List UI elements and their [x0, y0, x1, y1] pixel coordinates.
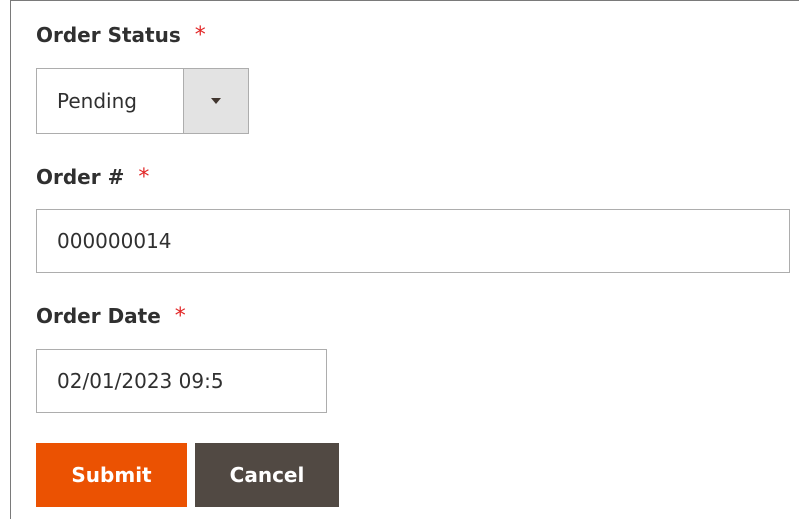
order-number-label-row: Order # * — [36, 164, 150, 191]
order-status-dropdown-toggle[interactable] — [183, 69, 248, 133]
order-date-label-row: Order Date * — [36, 303, 186, 330]
order-date-label: Order Date — [36, 303, 161, 328]
required-asterisk: * — [138, 165, 150, 190]
required-asterisk: * — [194, 23, 206, 48]
cancel-button[interactable]: Cancel — [195, 443, 339, 507]
chevron-down-icon — [211, 98, 221, 104]
order-date-input[interactable]: 02/01/2023 09:5 — [36, 349, 327, 413]
submit-button[interactable]: Submit — [36, 443, 187, 507]
order-status-selected-value[interactable]: Pending — [37, 69, 183, 133]
order-number-label: Order # — [36, 164, 125, 189]
order-status-select[interactable]: Pending — [36, 68, 249, 134]
order-number-input[interactable]: 000000014 — [36, 209, 790, 273]
order-status-label: Order Status — [36, 22, 181, 47]
required-asterisk: * — [174, 304, 186, 329]
order-status-label-row: Order Status * — [36, 22, 206, 49]
